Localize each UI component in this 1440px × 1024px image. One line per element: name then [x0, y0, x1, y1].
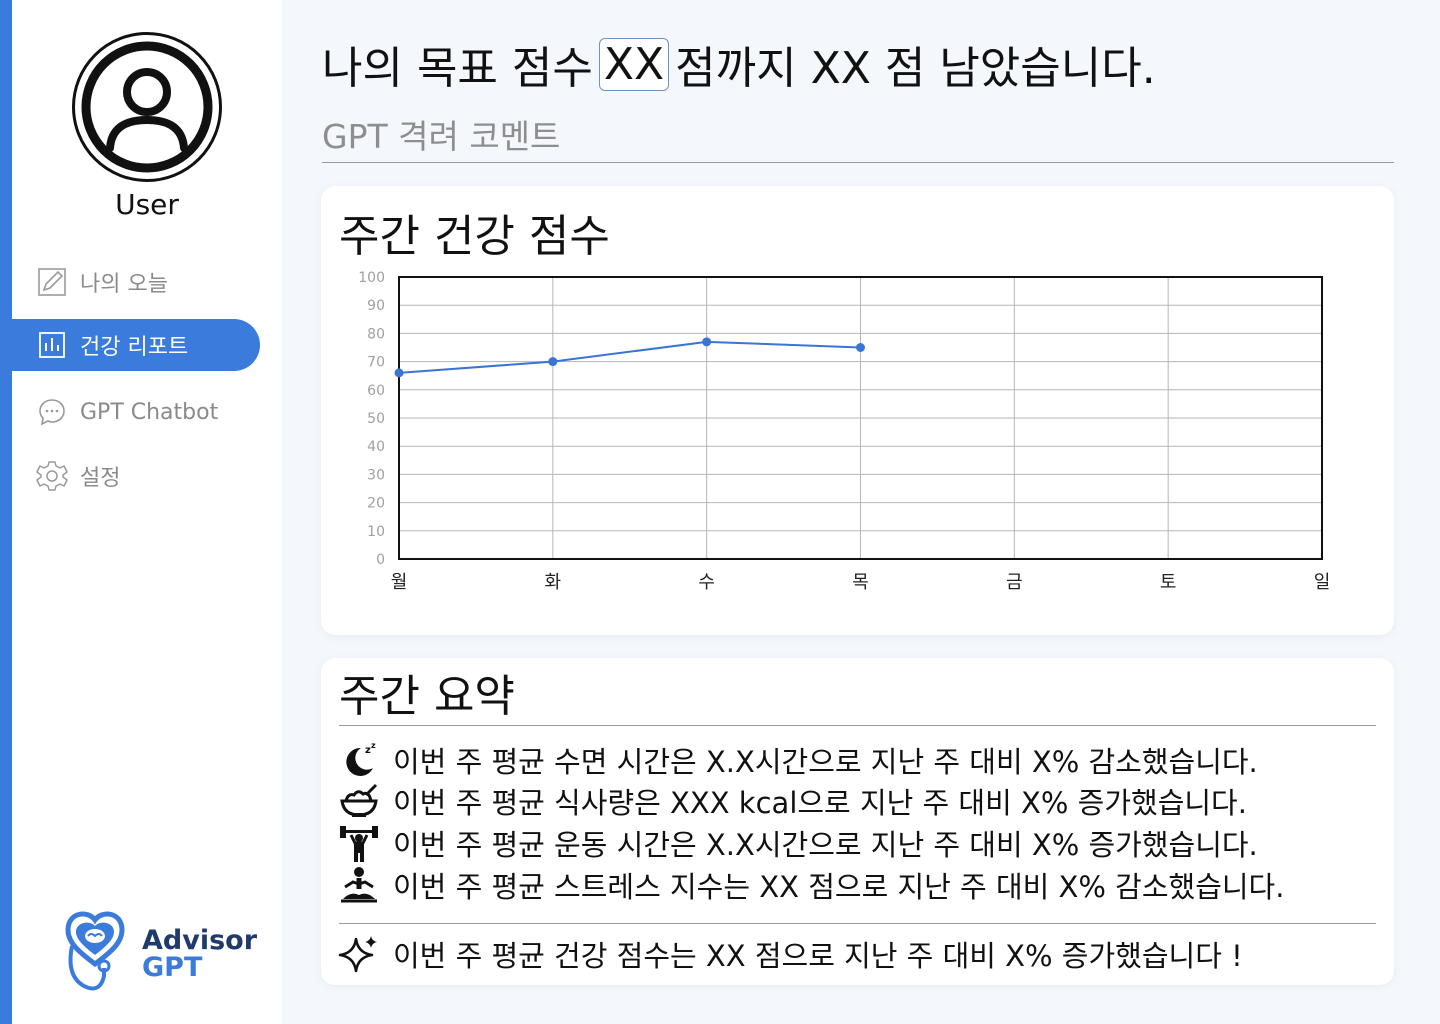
edit-icon	[36, 266, 68, 298]
x-tick-label: 월	[391, 572, 408, 593]
summary-divider-bottom	[339, 923, 1376, 924]
y-tick-label: 0	[376, 552, 385, 568]
x-tick-label: 화	[545, 572, 562, 593]
x-tick-label: 토	[1160, 572, 1177, 593]
summary-total-text: 이번 주 평균 건강 점수는 XX 점으로 지난 주 대비 X% 증가했습니다 …	[393, 939, 1243, 973]
y-tick-label: 10	[367, 524, 385, 540]
y-tick-label: 70	[367, 355, 385, 371]
summary-sleep-row: zz 이번 주 평균 수면 시간은 X.X시간으로 지난 주 대비 X% 감소했…	[337, 740, 1377, 780]
nav-item-my-today[interactable]: 나의 오늘	[12, 256, 260, 308]
sleep-moon-icon: zz	[337, 740, 381, 780]
summary-exercise-text: 이번 주 평균 운동 시간은 X.X시간으로 지난 주 대비 X% 증가했습니다…	[393, 828, 1258, 862]
y-tick-label: 50	[367, 411, 385, 427]
goal-score-input[interactable]: XX	[598, 37, 670, 91]
y-tick-label: 80	[367, 326, 385, 342]
summary-stress-text: 이번 주 평균 스트레스 지수는 XX 점으로 지난 주 대비 X% 감소했습니…	[393, 870, 1285, 904]
logo-text-gpt: GPT	[142, 952, 203, 983]
x-tick-label: 일	[1314, 572, 1331, 593]
data-point	[394, 368, 404, 378]
data-point	[702, 337, 712, 347]
header-divider	[322, 162, 1394, 163]
summary-sleep-text: 이번 주 평균 수면 시간은 X.X시간으로 지난 주 대비 X% 감소했습니다…	[393, 745, 1258, 779]
stethoscope-brain-icon	[65, 911, 125, 991]
x-tick-label: 수	[698, 572, 715, 593]
y-tick-label: 90	[367, 298, 385, 314]
x-tick-label: 금	[1006, 572, 1023, 593]
series-line	[398, 340, 861, 374]
logo-text-advisor: Advisor	[142, 925, 258, 956]
weekly-score-card: 주간 건강 점수 0 10 20 30 40 50 60 70 80 90 100 월 화 수 목 금 토 일	[321, 186, 1394, 635]
chat-icon	[36, 396, 68, 428]
summary-stress-row: 이번 주 평균 스트레스 지수는 XX 점으로 지난 주 대비 X% 감소했습니…	[337, 865, 1377, 905]
user-avatar[interactable]	[72, 32, 222, 182]
nav-item-label: 건강 리포트	[80, 335, 189, 360]
weekly-summary-title: 주간 요약	[339, 671, 515, 722]
summary-exercise-row: 이번 주 평균 운동 시간은 X.X시간으로 지난 주 대비 X% 증가했습니다…	[337, 823, 1377, 863]
svg-text:z: z	[371, 741, 376, 750]
data-point	[548, 357, 558, 367]
data-point	[856, 343, 865, 352]
y-tick-label: 100	[358, 270, 385, 286]
y-tick-label: 20	[367, 496, 385, 512]
goal-prefix: 나의 목표 점수	[322, 43, 593, 94]
weekly-score-chart: 0 10 20 30 40 50 60 70 80 90 100 월 화 수 목 금 토 일	[358, 270, 1331, 593]
summary-meal-row: 이번 주 평균 식사량은 XXX kcal으로 지난 주 대비 X% 증가했습니…	[337, 781, 1377, 821]
nav-item-settings[interactable]: 설정	[12, 450, 260, 502]
goal-headline: 나의 목표 점수 XX 점까지 XX 점 남았습니다.	[322, 32, 1156, 96]
sidebar-accent-edge	[0, 0, 12, 1024]
summary-divider-top	[339, 725, 1376, 726]
goal-suffix: 점까지 XX 점 남았습니다.	[675, 43, 1156, 94]
advisor-gpt-logo[interactable]: Advisor GPT	[60, 904, 260, 1004]
gpt-encouragement-comment: GPT 격려 코멘트	[322, 117, 561, 156]
x-tick-label: 목	[852, 572, 869, 593]
nav-item-label: 나의 오늘	[80, 272, 168, 297]
bar-chart-icon	[36, 329, 68, 361]
y-tick-label: 60	[367, 383, 385, 399]
weekly-summary-card: 주간 요약 zz 이번 주 평균 수면 시간은 X.X시간으로 지난 주 대비 …	[321, 658, 1394, 985]
nav-item-gpt-chatbot[interactable]: GPT Chatbot	[12, 386, 260, 438]
y-tick-label: 30	[367, 467, 385, 483]
meditation-icon	[337, 865, 381, 905]
dumbbell-lift-icon	[337, 823, 381, 863]
nav-item-health-report[interactable]: 건강 리포트	[12, 319, 260, 371]
summary-meal-text: 이번 주 평균 식사량은 XXX kcal으로 지난 주 대비 X% 증가했습니…	[393, 786, 1247, 820]
gear-icon	[36, 460, 68, 492]
y-tick-label: 40	[367, 439, 385, 455]
nav-item-label: 설정	[80, 466, 121, 491]
sparkle-icon	[337, 934, 381, 974]
nav-item-label: GPT Chatbot	[80, 399, 219, 425]
food-bowl-icon	[337, 781, 381, 821]
summary-total-row: 이번 주 평균 건강 점수는 XX 점으로 지난 주 대비 X% 증가했습니다 …	[337, 934, 1377, 974]
user-icon	[81, 41, 213, 173]
user-name: User	[115, 188, 179, 221]
sidebar: User 나의 오늘 건강 리포트 GPT Chatbot 설정 Advisor…	[12, 0, 282, 1024]
